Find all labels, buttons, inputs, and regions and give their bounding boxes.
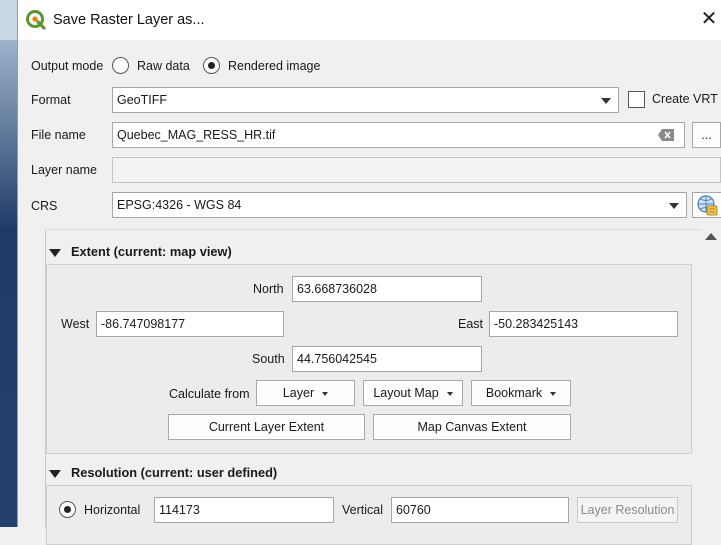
- file-name-input[interactable]: Quebec_MAG_RESS_HR.tif: [112, 122, 685, 148]
- current-layer-extent-button[interactable]: Current Layer Extent: [168, 414, 365, 440]
- south-label: South: [252, 352, 285, 366]
- bookmark-dropdown-button[interactable]: Bookmark: [471, 380, 571, 406]
- clear-text-icon[interactable]: [658, 129, 674, 141]
- crs-label: CRS: [31, 199, 58, 213]
- calculate-from-label: Calculate from: [169, 387, 250, 401]
- chevron-down-icon: [322, 391, 329, 396]
- resolution-group-box: Horizontal 114173 Vertical 60760 Layer R…: [46, 485, 692, 545]
- layout-map-dropdown-button[interactable]: Layout Map: [363, 380, 463, 406]
- create-vrt-label[interactable]: Create VRT: [652, 92, 718, 106]
- vertical-scrollbar[interactable]: [701, 229, 721, 527]
- format-label: Format: [31, 93, 71, 107]
- north-label: North: [253, 282, 284, 296]
- crs-value: EPSG:4326 - WGS 84: [117, 198, 242, 212]
- horizontal-label[interactable]: Horizontal: [84, 503, 140, 517]
- window-title: Save Raster Layer as...: [53, 12, 205, 28]
- create-vrt-checkbox[interactable]: [628, 91, 645, 108]
- vertical-input[interactable]: 60760: [391, 497, 569, 523]
- horizontal-radio[interactable]: [59, 501, 76, 518]
- resolution-group-title[interactable]: Resolution (current: user defined): [71, 465, 277, 480]
- file-name-value: Quebec_MAG_RESS_HR.tif: [117, 128, 276, 142]
- layer-dropdown-button[interactable]: Layer: [256, 380, 355, 406]
- vertical-label: Vertical: [342, 503, 383, 517]
- file-name-label: File name: [31, 128, 86, 142]
- chevron-down-icon: [446, 391, 453, 396]
- east-input[interactable]: -50.283425143: [489, 311, 678, 337]
- collapse-triangle-icon[interactable]: [49, 470, 61, 478]
- bookmark-button-label: Bookmark: [485, 386, 543, 400]
- chevron-down-icon: [550, 391, 557, 396]
- west-label: West: [61, 317, 90, 331]
- raw-data-label[interactable]: Raw data: [137, 59, 190, 73]
- north-input[interactable]: 63.668736028: [292, 276, 482, 302]
- browse-button[interactable]: ...: [692, 122, 721, 148]
- options-scroll-area: Extent (current: map view) North 63.6687…: [45, 229, 721, 545]
- qgis-logo-icon: [26, 10, 46, 30]
- map-canvas-extent-button[interactable]: Map Canvas Extent: [373, 414, 571, 440]
- format-value: GeoTIFF: [117, 93, 168, 107]
- south-input[interactable]: 44.756042545: [292, 346, 482, 372]
- crs-combobox[interactable]: EPSG:4326 - WGS 84: [112, 192, 687, 218]
- chevron-down-icon: [669, 203, 679, 209]
- crs-selector-button[interactable]: [692, 192, 721, 218]
- layout-map-button-label: Layout Map: [373, 386, 439, 400]
- chevron-down-icon: [601, 98, 611, 104]
- format-combobox[interactable]: GeoTIFF: [112, 87, 619, 113]
- horizontal-input[interactable]: 114173: [154, 497, 334, 523]
- layer-resolution-button[interactable]: Layer Resolution: [577, 497, 678, 523]
- layer-name-input[interactable]: [112, 157, 721, 183]
- title-bar: Save Raster Layer as... ✕: [18, 0, 721, 40]
- raw-data-radio[interactable]: [112, 57, 129, 74]
- extent-group-title[interactable]: Extent (current: map view): [71, 244, 232, 259]
- layer-name-label: Layer name: [31, 163, 98, 177]
- extent-group-box: North 63.668736028 West -86.747098177 Ea…: [46, 264, 692, 454]
- layer-button-label: Layer: [282, 386, 315, 400]
- globe-projection-icon: [697, 195, 718, 216]
- west-input[interactable]: -86.747098177: [96, 311, 284, 337]
- background-app-strip: [0, 0, 17, 527]
- rendered-image-radio[interactable]: [203, 57, 220, 74]
- rendered-image-label[interactable]: Rendered image: [228, 59, 320, 73]
- save-raster-dialog: Save Raster Layer as... ✕ Output mode Ra…: [17, 0, 721, 545]
- collapse-triangle-icon[interactable]: [49, 249, 61, 257]
- close-icon[interactable]: ✕: [696, 6, 721, 32]
- scroll-up-icon[interactable]: [705, 233, 717, 240]
- output-mode-label: Output mode: [31, 59, 104, 73]
- east-label: East: [458, 317, 484, 331]
